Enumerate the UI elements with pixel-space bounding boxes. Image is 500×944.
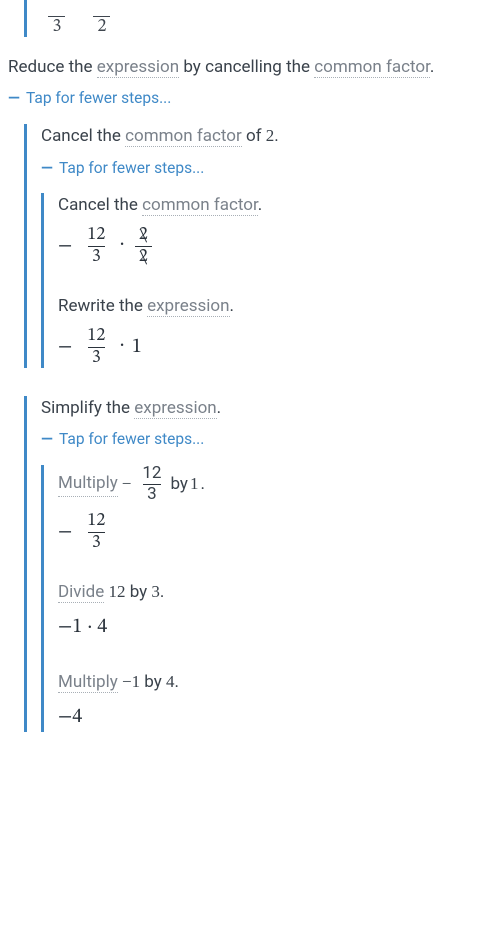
- step-simplify: Simplify the expression. — Tap for fewer…: [24, 396, 500, 732]
- step-reduce-text: Reduce the expression by cancelling the …: [8, 55, 500, 80]
- toggle-fewer-steps-2[interactable]: — Tap for fewer steps...: [41, 157, 500, 179]
- s8-b: 4: [166, 672, 175, 691]
- minus-icon: —: [41, 428, 53, 450]
- term-expression-3[interactable]: expression: [134, 398, 216, 419]
- m2-den: 3: [88, 347, 105, 368]
- math-cancel: − 12 3 · 2 2: [58, 226, 500, 267]
- math-div: −1 · 4: [58, 613, 500, 642]
- m3-num: 12: [83, 512, 109, 532]
- step-reduce: Reduce the expression by cancelling the …: [8, 55, 500, 110]
- simplify-text: Simplify the expression.: [41, 396, 500, 421]
- term-divide[interactable]: Divide: [58, 582, 104, 603]
- toggle-fewer-steps-3[interactable]: — Tap for fewer steps...: [41, 428, 500, 450]
- frag-den-b: 2: [93, 16, 110, 37]
- prev-step-fragment: 123 · 22: [24, 0, 500, 37]
- term-common-factor-1[interactable]: common factor: [314, 57, 430, 78]
- s6-num: 12: [138, 465, 165, 484]
- m1-den: 3: [88, 246, 105, 267]
- s7-b: 3: [151, 582, 160, 601]
- s7-a: 12: [108, 582, 125, 601]
- term-common-factor-2[interactable]: common factor: [125, 126, 242, 147]
- m1-cnum: 2: [139, 226, 148, 245]
- math-mul1: − 12 3: [58, 512, 500, 553]
- m1-cden: 2: [139, 248, 148, 267]
- term-multiply-2[interactable]: Multiply: [58, 672, 118, 693]
- step-cancel-2: Cancel the common factor of 2. — Tap for…: [24, 124, 500, 368]
- s8-a: −1: [122, 672, 140, 691]
- rewrite-text: Rewrite the expression.: [58, 294, 500, 319]
- divide-text: Divide 12 by 3.: [58, 580, 500, 605]
- term-common-factor-3[interactable]: common factor: [142, 195, 258, 216]
- step-simplify-inner: Multiply − 12 3 by 1. − 12 3 Divide 12 b…: [41, 465, 500, 732]
- m3-den: 3: [88, 532, 105, 553]
- multiply2-text: Multiply −1 by 4.: [58, 670, 500, 695]
- s6-val: 1: [190, 472, 199, 497]
- m2-one: 1: [132, 333, 142, 362]
- minus-icon: —: [41, 157, 53, 179]
- multiply-text: Multiply − 12 3 by 1.: [58, 465, 500, 504]
- toggle-label-3: Tap for fewer steps...: [59, 428, 204, 450]
- math-rewrite: − 12 3 · 1: [58, 327, 500, 368]
- math-final: −4: [58, 703, 500, 732]
- toggle-label-2: Tap for fewer steps...: [59, 157, 204, 179]
- frag-den-a: 3: [48, 16, 65, 37]
- minus-icon: —: [8, 87, 20, 109]
- term-expression-1[interactable]: expression: [97, 57, 179, 78]
- step-cancel-inner: Cancel the common factor. − 12 3 · 2 2 R…: [41, 193, 500, 368]
- s6-den: 3: [143, 484, 161, 504]
- cancel-cf-text: Cancel the common factor.: [58, 193, 500, 218]
- term-expression-2[interactable]: expression: [147, 296, 229, 317]
- term-multiply-1[interactable]: Multiply: [58, 471, 118, 497]
- toggle-fewer-steps-1[interactable]: — Tap for fewer steps...: [8, 87, 500, 109]
- step-cancel-2-text: Cancel the common factor of 2.: [41, 124, 500, 149]
- m1-num: 12: [83, 226, 109, 246]
- toggle-label-1: Tap for fewer steps...: [26, 87, 171, 109]
- m2-num: 12: [83, 327, 109, 347]
